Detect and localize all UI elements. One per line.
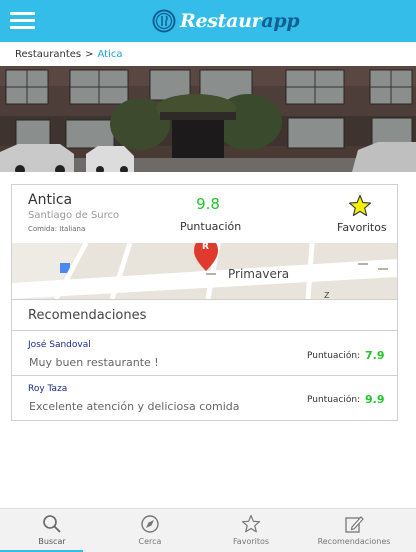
breadcrumb-current[interactable]: Atica (98, 49, 123, 60)
review-item[interactable]: José Sandoval Muy buen restaurante ! Pun… (12, 332, 397, 376)
favorite-star-icon[interactable] (348, 194, 372, 218)
location-map[interactable]: Primavera Z R (12, 243, 397, 299)
review-text: Excelente atención y deliciosa comida (29, 400, 240, 413)
review-author[interactable]: Roy Taza (28, 384, 67, 394)
star-icon (241, 514, 261, 533)
nav-cerca-label: Cerca (138, 537, 162, 546)
map-street-label: Primavera (228, 267, 289, 281)
bottom-navigation: Buscar Cerca Favoritos Recomendaciones (0, 508, 416, 552)
nav-favoritos[interactable]: Favoritos (199, 509, 303, 552)
review-score-label: Puntuación: (307, 395, 361, 405)
brand-logo: Restaurapp (152, 8, 300, 34)
restaurant-info: Antica Santiago de Surco Comida: Italian… (12, 185, 397, 243)
nav-buscar-label: Buscar (38, 537, 66, 546)
nav-favoritos-label: Favoritos (232, 537, 270, 546)
restaurant-photo (0, 66, 416, 172)
nav-buscar[interactable]: Buscar (0, 509, 104, 552)
brand-name-second: app (261, 10, 300, 32)
breadcrumb-separator: > (85, 49, 94, 60)
review-item[interactable]: Roy Taza Excelente atención y deliciosa … (12, 376, 397, 420)
app-screen: Restaurapp Restaurantes > Atica Antica S… (0, 0, 416, 552)
compass-icon (141, 515, 159, 533)
top-bar: Restaurapp (0, 0, 416, 42)
menu-icon[interactable] (10, 12, 35, 30)
brand-name: Restaurapp (180, 10, 300, 32)
nav-recomendaciones[interactable]: Recomendaciones (302, 509, 406, 552)
review-score: 7.9 (365, 349, 385, 362)
restaurant-name: Antica (28, 192, 73, 208)
review-score: 9.9 (365, 393, 385, 406)
restaurant-card: Antica Santiago de Surco Comida: Italian… (11, 184, 398, 421)
review-score-label: Puntuación: (307, 351, 361, 361)
restaurant-logo-icon (152, 9, 176, 33)
restaurant-food-type: Comida: Italiana (28, 225, 86, 233)
brand-name-first: Restaur (180, 10, 262, 32)
nav-cerca[interactable]: Cerca (98, 509, 202, 552)
map-edge-label: Z (324, 291, 330, 299)
nav-recomendaciones-label: Recomendaciones (317, 537, 391, 546)
breadcrumb-parent[interactable]: Restaurantes (15, 49, 81, 60)
favorites-label[interactable]: Favoritos (337, 221, 387, 234)
review-text: Muy buen restaurante ! (29, 356, 159, 369)
restaurant-district: Santiago de Surco (28, 210, 120, 221)
search-icon (43, 515, 61, 533)
restaurant-score: 9.8 (196, 195, 220, 213)
recommendations-title: Recomendaciones (28, 308, 147, 323)
restaurant-score-label: Puntuación (180, 220, 242, 233)
recommendations-header: Recomendaciones (12, 299, 397, 331)
edit-icon (345, 516, 364, 533)
breadcrumb: Restaurantes > Atica (15, 49, 123, 60)
map-pin-letter: R (202, 243, 209, 252)
review-author[interactable]: José Sandoval (28, 340, 91, 350)
